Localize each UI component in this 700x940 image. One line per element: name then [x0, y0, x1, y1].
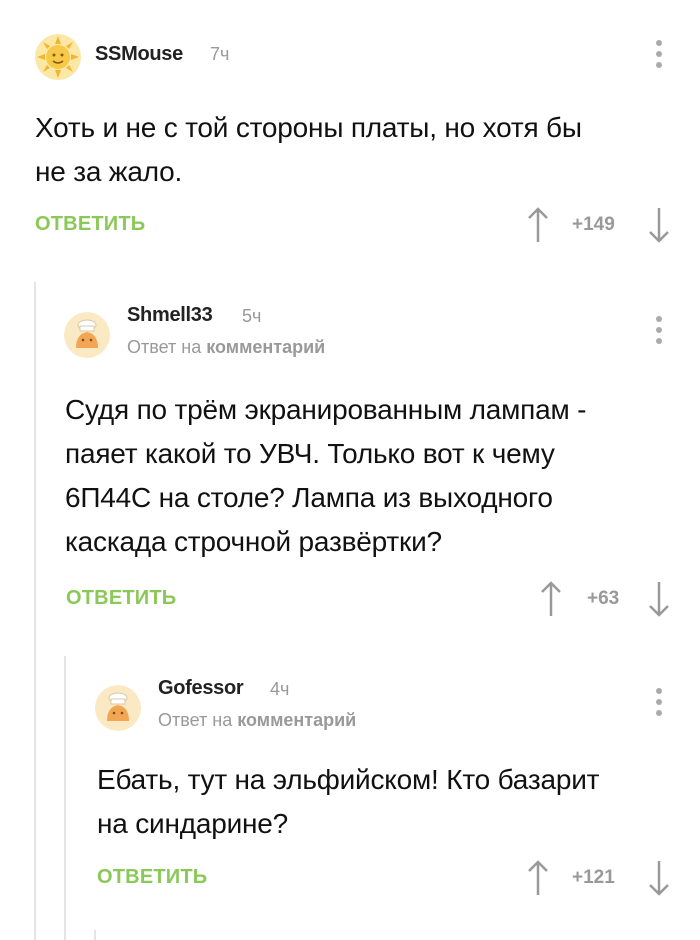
comment-rating: +121	[572, 867, 615, 888]
comment-gofessor: Gofessor 4ч Ответ на комментарий Ебать, …	[0, 0, 700, 940]
default-avatar-icon[interactable]	[95, 685, 141, 731]
reply-to-label: Ответ на комментарий	[158, 710, 356, 731]
comment-time: 4ч	[270, 679, 290, 699]
comment-username[interactable]: Gofessor	[158, 677, 244, 700]
reply-to-link[interactable]: комментарий	[237, 710, 356, 730]
reply-button[interactable]: ОТВЕТИТЬ	[97, 866, 207, 889]
downvote-arrow-icon[interactable]	[648, 859, 670, 897]
reply-to-prefix: Ответ на	[158, 710, 233, 730]
comment-body-line: на синдарине?	[97, 808, 289, 839]
comment-body-line: Ебать, тут на эльфийском! Кто базарит	[97, 764, 600, 795]
upvote-arrow-icon[interactable]	[527, 859, 549, 897]
comment-body: Ебать, тут на эльфийском! Кто базарит на…	[97, 758, 687, 846]
more-options-icon[interactable]	[654, 688, 664, 718]
